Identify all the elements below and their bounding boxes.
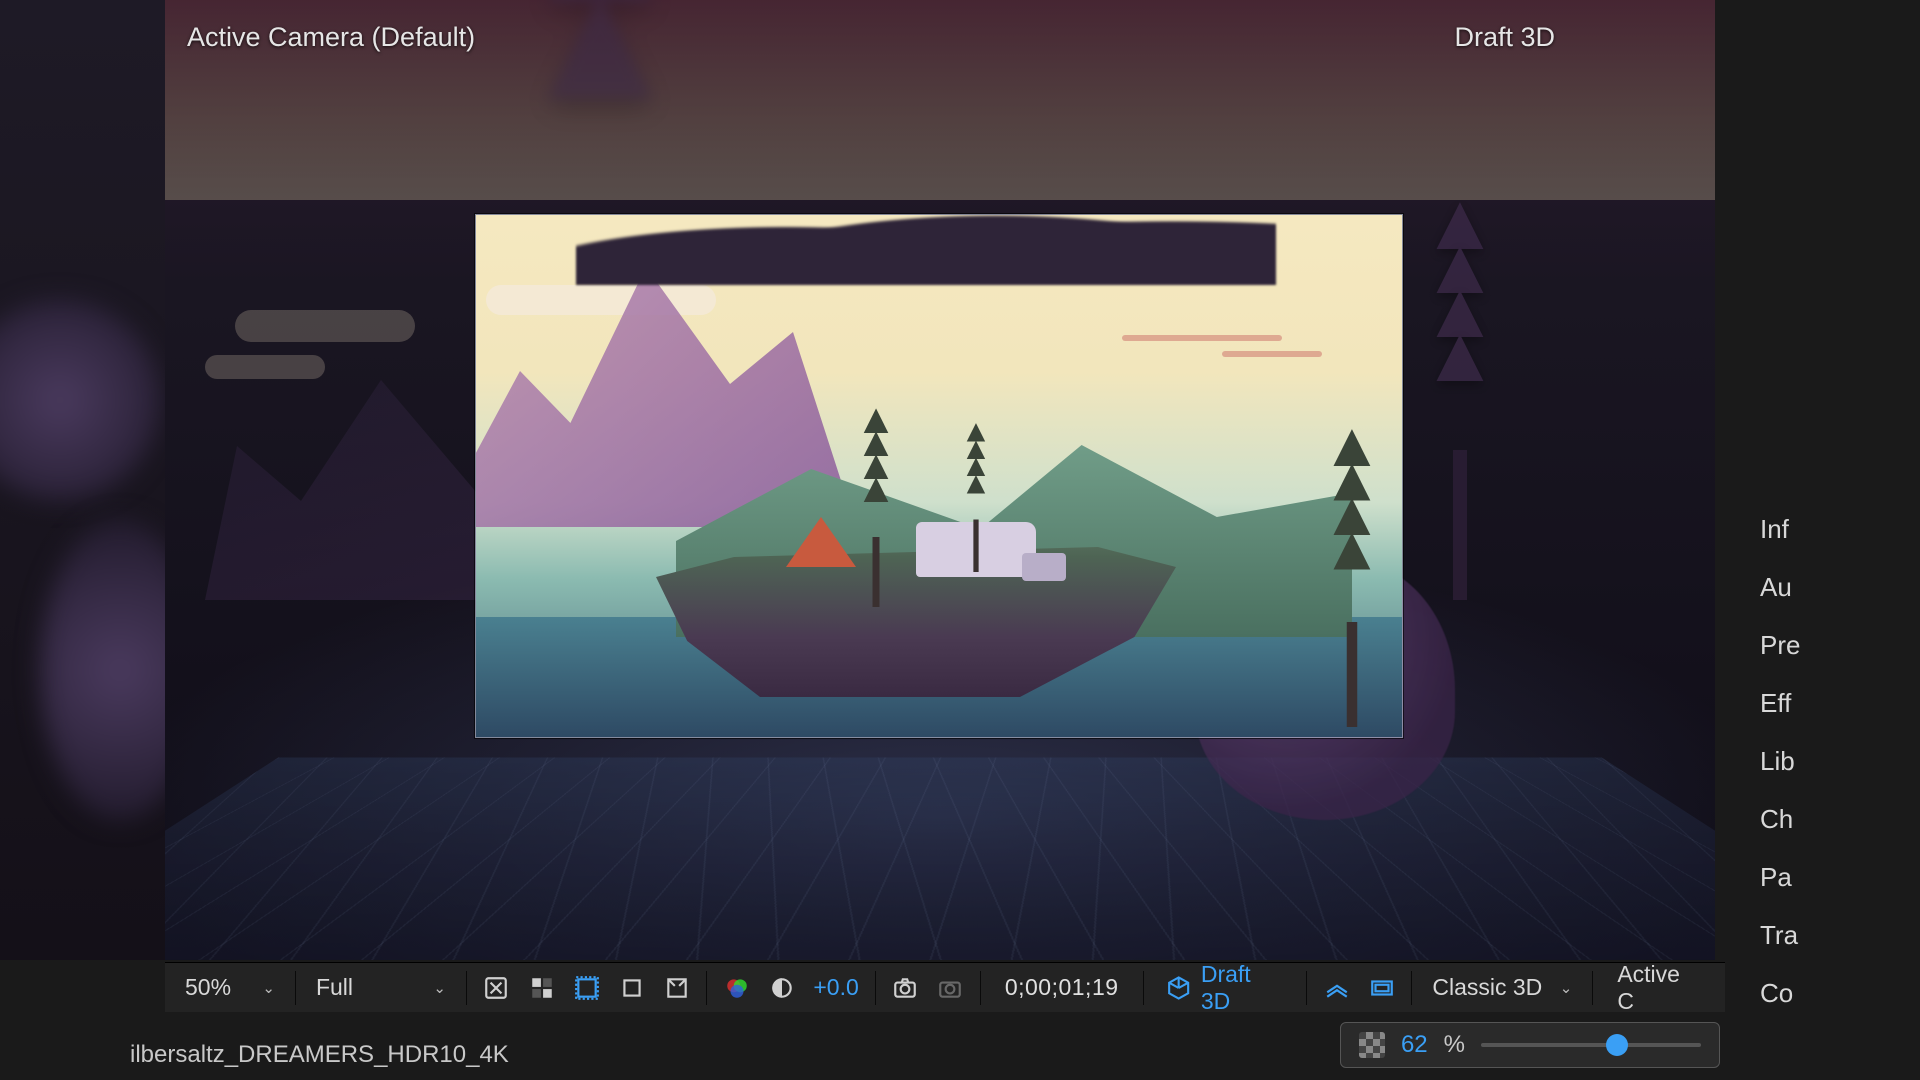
grid-guides-button[interactable] — [657, 969, 696, 1007]
right-panel-tabs: InfAuPreEffLibChPaTraCo — [1730, 500, 1920, 1022]
zoom-value: 50% — [185, 974, 231, 1001]
opacity-slider[interactable] — [1481, 1043, 1701, 1047]
viewer-toolbar: 50% ⌄ Full ⌄ +0.0 0;00;01;19 Draft 3D — [165, 962, 1725, 1012]
panel-tab-co[interactable]: Co — [1730, 964, 1920, 1022]
panel-tab-au[interactable]: Au — [1730, 558, 1920, 616]
footage-filename: ilbersaltz_DREAMERS_HDR10_4K — [130, 1041, 509, 1069]
transparency-grid-button[interactable] — [522, 969, 561, 1007]
panel-tab-pre[interactable]: Pre — [1730, 616, 1920, 674]
mask-visibility-button[interactable] — [567, 969, 606, 1007]
opacity-unit: % — [1444, 1031, 1465, 1059]
resolution-value: Full — [316, 974, 353, 1001]
pine-tree-right — [1405, 200, 1515, 600]
transparency-icon — [1359, 1032, 1385, 1058]
panel-tab-lib[interactable]: Lib — [1730, 732, 1920, 790]
render-frame — [475, 214, 1403, 738]
opacity-control: 62 % — [1340, 1022, 1720, 1068]
fast-previews-button[interactable] — [477, 969, 516, 1007]
chevron-down-icon: ⌄ — [433, 979, 446, 997]
draft-3d-toggle[interactable]: Draft 3D — [1154, 961, 1297, 1015]
exposure-value[interactable]: +0.0 — [807, 974, 864, 1001]
extended-viewer-button[interactable] — [1362, 969, 1401, 1007]
left-gutter — [0, 0, 165, 960]
panel-tab-eff[interactable]: Eff — [1730, 674, 1920, 732]
render-mode-indicator[interactable]: Draft 3D — [1454, 22, 1555, 53]
renderer-dropdown[interactable]: Classic 3D ⌄ — [1422, 969, 1582, 1007]
opacity-value[interactable]: 62 — [1401, 1031, 1428, 1059]
chevron-down-icon: ⌄ — [262, 979, 275, 997]
zoom-dropdown[interactable]: 50% ⌄ — [175, 969, 285, 1007]
panel-tab-tra[interactable]: Tra — [1730, 906, 1920, 964]
composition-viewer[interactable]: Active Camera (Default) Draft 3D — [165, 0, 1715, 960]
snapshot-button[interactable] — [886, 969, 925, 1007]
ground-plane-button[interactable] — [1317, 969, 1356, 1007]
exposure-button[interactable] — [762, 969, 801, 1007]
draft-3d-label: Draft 3D — [1201, 961, 1284, 1015]
current-timecode[interactable]: 0;00;01;19 — [991, 974, 1133, 1001]
region-of-interest-button[interactable] — [612, 969, 651, 1007]
camera-dropdown[interactable]: Active C — [1603, 961, 1715, 1015]
panel-tab-inf[interactable]: Inf — [1730, 500, 1920, 558]
channel-button[interactable] — [717, 969, 756, 1007]
cube-icon — [1166, 975, 1191, 1001]
renderer-value: Classic 3D — [1432, 974, 1542, 1001]
chevron-down-icon: ⌄ — [1560, 979, 1573, 997]
panel-tab-ch[interactable]: Ch — [1730, 790, 1920, 848]
panel-tab-pa[interactable]: Pa — [1730, 848, 1920, 906]
show-snapshot-button[interactable] — [931, 969, 970, 1007]
slider-thumb[interactable] — [1606, 1034, 1628, 1056]
ground-grid — [165, 758, 1715, 960]
active-camera-label[interactable]: Active Camera (Default) — [187, 22, 475, 53]
resolution-dropdown[interactable]: Full ⌄ — [306, 969, 456, 1007]
